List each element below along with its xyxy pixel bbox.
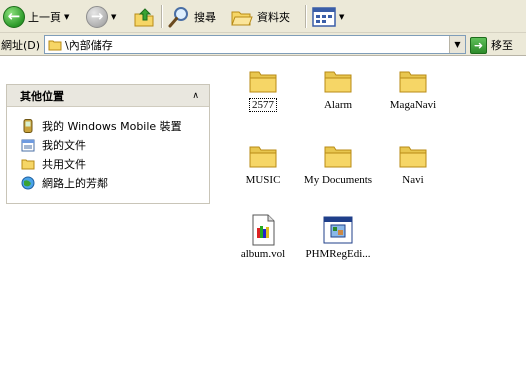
my-documents-icon <box>21 138 35 152</box>
search-label: 搜尋 <box>194 10 216 24</box>
go-arrow-icon: ➜ <box>470 36 487 54</box>
views-button[interactable]: ▼ <box>312 4 344 29</box>
folder-item[interactable]: Navi <box>365 140 461 200</box>
folders-button[interactable]: 資料夾 <box>230 4 290 29</box>
folder-icon <box>48 40 62 50</box>
back-dropdown-icon[interactable]: ▼ <box>64 13 69 21</box>
search-icon <box>168 6 188 27</box>
folders-icon <box>231 11 253 25</box>
toolbar-separator <box>161 5 162 28</box>
collapse-chevron-icon[interactable]: ∧ <box>192 91 199 101</box>
application-icon <box>322 214 354 246</box>
forward-dropdown-icon[interactable]: ▼ <box>111 13 116 21</box>
toolbar: ← 上一頁 ▼ → ▼ 搜尋 資料夾 ▼ <box>0 0 526 33</box>
folders-label: 資料夾 <box>257 10 290 24</box>
network-places-icon <box>21 176 35 190</box>
folder-icon <box>397 140 429 172</box>
other-places-title: 其他位置 <box>20 89 64 103</box>
other-places-header[interactable]: 其他位置 ∧ <box>7 85 209 107</box>
address-label: 網址(D) <box>1 39 41 52</box>
file-view: 2577 Alarm MagaNavi MUSIC My Documents N… <box>215 57 526 384</box>
go-label: 移至 <box>491 39 513 52</box>
views-icon <box>312 6 336 27</box>
other-places-item-my-documents[interactable]: 我的文件 <box>21 135 209 154</box>
up-folder-icon <box>134 7 154 26</box>
folder-icon <box>397 65 429 97</box>
other-places-item-network-places[interactable]: 網路上的芳鄰 <box>21 173 209 192</box>
other-places-item-label: 共用文件 <box>42 157 86 171</box>
back-button[interactable]: ← 上一頁 ▼ <box>3 4 69 29</box>
folder-icon <box>247 65 279 97</box>
folder-item[interactable]: MagaNavi <box>365 65 461 125</box>
other-places-item-label: 我的文件 <box>42 138 86 152</box>
forward-button[interactable]: → ▼ <box>86 4 116 29</box>
address-bar: 網址(D) \內部儲存 ▼ ➜ 移至 <box>0 33 526 56</box>
media-file-icon <box>247 214 279 246</box>
forward-arrow-icon: → <box>86 5 108 28</box>
folder-icon <box>322 65 354 97</box>
other-places-item-mobile-device[interactable]: 我的 Windows Mobile 裝置 <box>21 116 209 135</box>
mobile-device-icon <box>21 118 35 133</box>
search-button[interactable]: 搜尋 <box>167 4 216 29</box>
folder-icon <box>247 140 279 172</box>
other-places-item-shared-documents[interactable]: 共用文件 <box>21 154 209 173</box>
back-arrow-icon: ← <box>3 5 25 28</box>
other-places-item-label: 我的 Windows Mobile 裝置 <box>42 119 182 133</box>
go-button[interactable]: ➜ 移至 <box>470 36 513 54</box>
file-item[interactable]: PHMRegEdi... <box>290 214 386 274</box>
shared-folder-icon <box>21 157 35 171</box>
folder-name: 2577 <box>249 98 277 112</box>
other-places-panel: 其他位置 ∧ 我的 Windows Mobile 裝置 我的文件 共用文件 網路… <box>6 84 210 204</box>
back-label: 上一頁 <box>28 10 61 24</box>
address-input[interactable]: \內部儲存 ▼ <box>44 35 466 54</box>
folder-name: Navi <box>402 174 424 186</box>
file-name: PHMRegEdi... <box>305 248 371 260</box>
chevron-down-icon: ▼ <box>454 40 461 49</box>
folder-icon <box>322 140 354 172</box>
other-places-list: 我的 Windows Mobile 裝置 我的文件 共用文件 網路上的芳鄰 <box>7 107 209 192</box>
other-places-item-label: 網路上的芳鄰 <box>42 176 108 190</box>
views-dropdown-icon[interactable]: ▼ <box>339 13 344 21</box>
address-value: \內部儲存 <box>65 38 113 52</box>
folder-name: MagaNavi <box>389 99 437 111</box>
up-button[interactable] <box>132 4 156 29</box>
address-dropdown-button[interactable]: ▼ <box>449 36 465 53</box>
toolbar-separator <box>305 5 306 28</box>
